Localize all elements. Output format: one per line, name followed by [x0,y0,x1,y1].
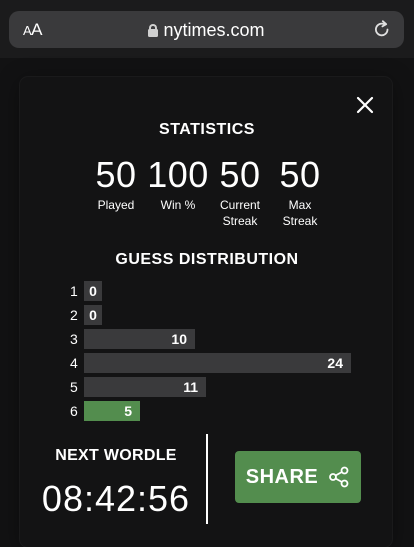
distribution-guess-number: 5 [70,379,78,395]
guess-distribution-title: GUESS DISTRIBUTION [115,251,299,268]
distribution-bar: 0 [84,305,102,325]
stat-value: 100 [147,154,209,195]
distribution-bar: 0 [84,281,102,301]
statistics-row: 50 Played 100 Win % 50 Current Streak 50… [86,155,330,230]
distribution-row-6: 65 [70,401,140,421]
stat-label: Current [219,198,260,212]
distribution-guess-number: 4 [70,355,78,371]
distribution-row-2: 20 [70,305,102,325]
share-label: SHARE [245,465,319,488]
url-display[interactable]: nytimes.com [9,19,404,41]
stat-win-percent: 100 Win % [146,155,210,230]
stat-value: 50 [95,154,137,195]
stat-label: Played [97,198,135,212]
address-bar[interactable]: AA nytimes.com [9,11,404,48]
stat-label: Max [288,198,312,212]
distribution-guess-number: 1 [70,283,78,299]
footer-divider [206,434,208,524]
distribution-row-4: 4 24 [70,353,351,373]
stat-value: 50 [279,154,321,195]
stat-max-streak: 50 Max Streak [270,155,330,230]
close-icon[interactable] [356,96,374,114]
url-text: nytimes.com [163,19,265,40]
distribution-row-1: 10 [70,281,102,301]
distribution-guess-number: 6 [70,403,78,419]
stat-label: Streak [282,214,318,228]
next-wordle-title: NEXT WORDLE [55,447,177,464]
stat-current-streak: 50 Current Streak [210,155,270,230]
lock-icon [148,23,159,37]
stat-played: 50 Played [86,155,146,230]
browser-toolbar: AA nytimes.com [0,0,414,58]
countdown-timer: 08:42:56 [41,478,191,519]
stat-value: 50 [219,154,261,195]
share-button[interactable]: SHARE [235,451,361,503]
distribution-bar: 24 [84,353,351,373]
distribution-bar: 5 [84,401,140,421]
distribution-guess-number: 3 [70,331,78,347]
distribution-guess-number: 2 [70,307,78,323]
stat-label: Win % [160,198,196,212]
stat-label: Streak [222,214,258,228]
statistics-title: STATISTICS [159,121,255,138]
share-icon [329,466,349,488]
distribution-row-3: 3 10 [70,329,195,349]
distribution-bar: 10 [84,329,195,349]
reload-icon[interactable] [372,19,392,39]
distribution-row-5: 5 11 [70,377,206,397]
distribution-bar: 11 [84,377,206,397]
